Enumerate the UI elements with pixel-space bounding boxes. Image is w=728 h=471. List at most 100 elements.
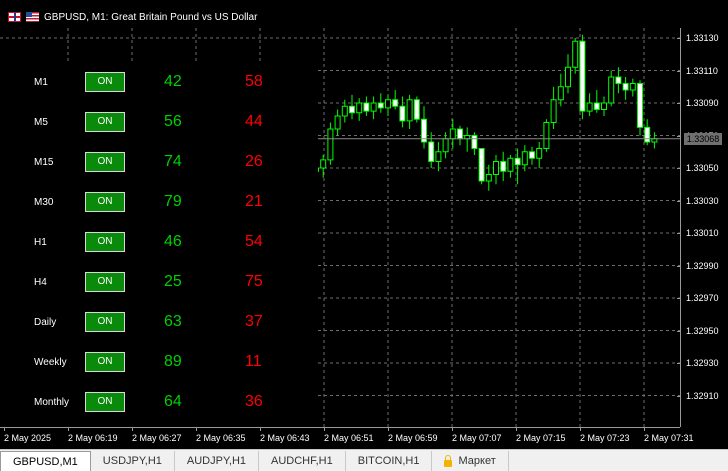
- candle: [428, 132, 435, 168]
- buy-percent: 25: [164, 273, 182, 290]
- toggle-daily-button[interactable]: ON: [85, 312, 125, 332]
- time-tick: [68, 427, 69, 431]
- toggle-m5-button[interactable]: ON: [85, 112, 125, 132]
- time-tick: [324, 427, 325, 431]
- candle-body-bull: [435, 151, 442, 162]
- tab-bitcoin-h1[interactable]: BITCOIN,H1: [346, 451, 433, 471]
- tab-usdjpy-h1[interactable]: USDJPY,H1: [91, 451, 175, 471]
- time-tick: [132, 427, 133, 431]
- candle: [651, 132, 658, 149]
- sell-percent: 58: [245, 73, 263, 90]
- tab-gbpusd-m1[interactable]: GBPUSD,M1: [0, 451, 91, 471]
- toggle-h1-button[interactable]: ON: [85, 232, 125, 252]
- candle: [457, 125, 463, 146]
- candle: [543, 119, 550, 152]
- candle: [449, 119, 456, 149]
- price-tick: [677, 38, 681, 39]
- candle: [356, 98, 363, 121]
- candle-body-bear: [514, 157, 521, 166]
- tab-маркет[interactable]: Маркет: [432, 451, 509, 471]
- buy-percent: 74: [164, 153, 182, 170]
- lock-icon: [444, 454, 453, 467]
- candle-body-bull: [536, 148, 543, 159]
- candle-body-bull: [327, 128, 334, 161]
- candle-body-bull: [507, 157, 514, 172]
- price-tick: [677, 200, 681, 202]
- candle: [478, 148, 485, 185]
- time-label: 2 May 06:59: [388, 433, 438, 443]
- tab-label: Маркет: [458, 455, 496, 467]
- signal-panel: M1 ON 42 58 M5 ON 56 44 M15 ON 74 26 M30 ON 79 21 H1 ON 46…: [0, 62, 318, 427]
- buy-percent: 46: [164, 233, 182, 250]
- candle-body-bull: [485, 174, 492, 182]
- tab-audchf-h1[interactable]: AUDCHF,H1: [259, 451, 346, 471]
- time-label: 2 May 06:19: [68, 433, 118, 443]
- tab-audjpy-h1[interactable]: AUDJPY,H1: [175, 451, 260, 471]
- candle: [320, 155, 327, 178]
- timeframe-label: Monthly: [34, 397, 70, 408]
- candle: [421, 106, 427, 149]
- candle: [557, 73, 564, 107]
- buy-percent: 79: [164, 193, 182, 210]
- candle-body-bear: [457, 128, 463, 140]
- buy-percent: 89: [164, 353, 182, 370]
- timeframe-label: M5: [34, 117, 48, 128]
- candle: [406, 94, 413, 129]
- time-axis[interactable]: 2 May 2025 2 May 06:19 2 May 06:27 2 May 06…: [0, 427, 694, 450]
- timeframe-label: M30: [34, 197, 54, 208]
- toggle-monthly-button[interactable]: ON: [85, 392, 125, 412]
- candle: [572, 38, 579, 74]
- time-label: 2 May 2025: [4, 433, 52, 443]
- buy-percent: 64: [164, 393, 182, 410]
- candle-body-bear: [579, 40, 586, 112]
- buy-percent: 42: [164, 73, 182, 90]
- toggle-m1-button[interactable]: ON: [85, 72, 125, 92]
- candle: [536, 142, 543, 168]
- sell-percent: 54: [245, 233, 263, 250]
- signal-row-monthly: Monthly ON 64 36: [0, 392, 318, 414]
- signal-row-weekly: Weekly ON 89 11: [0, 352, 318, 374]
- toggle-weekly-button[interactable]: ON: [85, 352, 125, 372]
- time-tick: [388, 427, 389, 431]
- candle: [392, 90, 399, 110]
- gb-flag-icon: [8, 12, 21, 22]
- candle-body-bull: [586, 102, 593, 112]
- signal-row-m5: M5 ON 56 44: [0, 112, 318, 134]
- us-flag-icon: [26, 12, 39, 22]
- time-label: 2 May 07:15: [516, 433, 566, 443]
- candle-body-bear: [349, 105, 355, 114]
- sell-percent: 44: [245, 113, 263, 130]
- toggle-m30-button[interactable]: ON: [85, 192, 125, 212]
- timeframe-label: H1: [34, 237, 47, 248]
- time-label: 2 May 07:23: [580, 433, 630, 443]
- candle: [485, 164, 492, 191]
- candle-body-bull: [601, 102, 607, 110]
- candle: [493, 155, 499, 185]
- price-axis[interactable]: 1.331301.331101.330901.330701.330501.330…: [677, 28, 728, 427]
- candle-body-bull: [557, 86, 564, 101]
- candle: [471, 132, 478, 155]
- candle-body-bull: [572, 40, 579, 68]
- candle-body-bull: [449, 128, 456, 140]
- candle-body-bear: [428, 141, 435, 162]
- chart-window[interactable]: GBPUSD, M1: Great Britain Pound vs US Do…: [0, 0, 728, 449]
- candle-body-bear: [622, 83, 629, 91]
- toggle-h4-button[interactable]: ON: [85, 272, 125, 292]
- time-label: 2 May 07:07: [452, 433, 502, 443]
- candle-body-bull: [442, 138, 449, 153]
- timeframe-label: M1: [34, 77, 48, 88]
- candle-body-bull: [565, 66, 571, 88]
- tab-label: USDJPY,H1: [102, 455, 162, 467]
- price-label: 1.32930: [686, 358, 719, 368]
- price-label: 1.33110: [686, 65, 718, 76]
- candle-body-bear: [377, 102, 384, 109]
- signal-row-m1: M1 ON 42 58: [0, 72, 318, 94]
- candle-body-bear: [593, 102, 600, 110]
- toggle-m15-button[interactable]: ON: [85, 152, 125, 172]
- candle: [500, 151, 507, 181]
- candle-body-bull: [521, 151, 528, 166]
- candle: [363, 96, 370, 116]
- candle-body-bull: [543, 122, 550, 149]
- candle-body-bear: [478, 148, 485, 182]
- candle: [413, 96, 420, 123]
